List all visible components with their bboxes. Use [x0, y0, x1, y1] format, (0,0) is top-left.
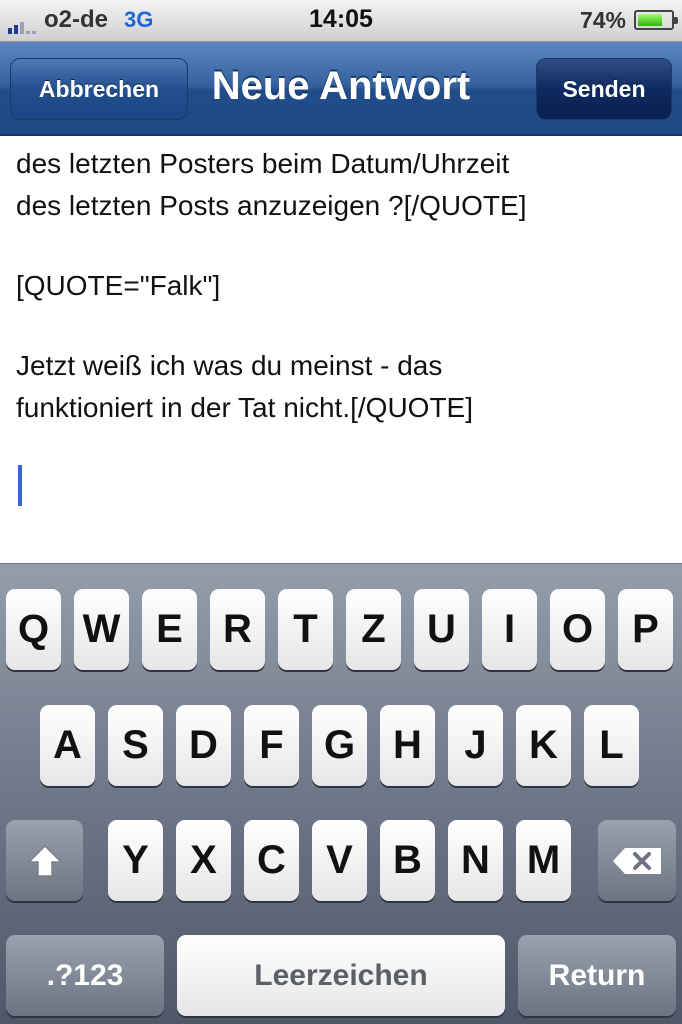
key-q[interactable]: Q [6, 589, 61, 670]
key-x[interactable]: X [176, 820, 231, 901]
key-o[interactable]: O [550, 589, 605, 670]
key-z[interactable]: Z [346, 589, 401, 670]
key-v[interactable]: V [312, 820, 367, 901]
send-button[interactable]: Senden [536, 58, 672, 120]
text-line: des letzten Posts anzuzeigen ?[/QUOTE] [16, 190, 527, 221]
key-j[interactable]: J [448, 705, 503, 786]
return-key[interactable]: Return [518, 935, 676, 1016]
key-h[interactable]: H [380, 705, 435, 786]
space-key[interactable]: Leerzeichen [177, 935, 505, 1016]
key-f[interactable]: F [244, 705, 299, 786]
key-a[interactable]: A [40, 705, 95, 786]
navigation-bar: Abbrechen Neue Antwort Senden [0, 42, 682, 136]
key-b[interactable]: B [380, 820, 435, 901]
key-r[interactable]: R [210, 589, 265, 670]
key-s[interactable]: S [108, 705, 163, 786]
key-u[interactable]: U [414, 589, 469, 670]
key-k[interactable]: K [516, 705, 571, 786]
reply-text-area[interactable]: des letzten Posters beim Datum/Uhrzeit d… [0, 136, 682, 564]
key-g[interactable]: G [312, 705, 367, 786]
status-bar-right: 74% [579, 6, 678, 34]
battery-percent: 74% [579, 6, 626, 33]
onscreen-keyboard: Q W E R T Z U I O P A S D F G H J K L Y … [0, 564, 682, 1024]
delete-key[interactable] [598, 820, 676, 901]
text-cursor [18, 465, 22, 506]
key-i[interactable]: I [482, 589, 537, 670]
key-y[interactable]: Y [108, 820, 163, 901]
key-m[interactable]: M [516, 820, 571, 901]
text-line: [QUOTE="Falk"] [16, 270, 221, 301]
key-n[interactable]: N [448, 820, 503, 901]
key-l[interactable]: L [584, 705, 639, 786]
key-d[interactable]: D [176, 705, 231, 786]
key-t[interactable]: T [278, 589, 333, 670]
key-c[interactable]: C [244, 820, 299, 901]
battery-icon [634, 10, 678, 30]
key-e[interactable]: E [142, 589, 197, 670]
text-line: funktioniert in der Tat nicht.[/QUOTE] [16, 392, 474, 423]
backspace-icon [613, 847, 661, 874]
status-bar: o2-de 3G 14:05 74% [0, 0, 682, 42]
key-p[interactable]: P [618, 589, 673, 670]
text-line: Jetzt weiß ich was du meinst - das [16, 350, 443, 381]
text-line: des letzten Posters beim Datum/Uhrzeit [16, 148, 510, 179]
key-w[interactable]: W [74, 589, 129, 670]
shift-arrow-icon [26, 844, 63, 877]
shift-key[interactable] [6, 820, 83, 901]
numbers-key[interactable]: .?123 [6, 935, 164, 1016]
